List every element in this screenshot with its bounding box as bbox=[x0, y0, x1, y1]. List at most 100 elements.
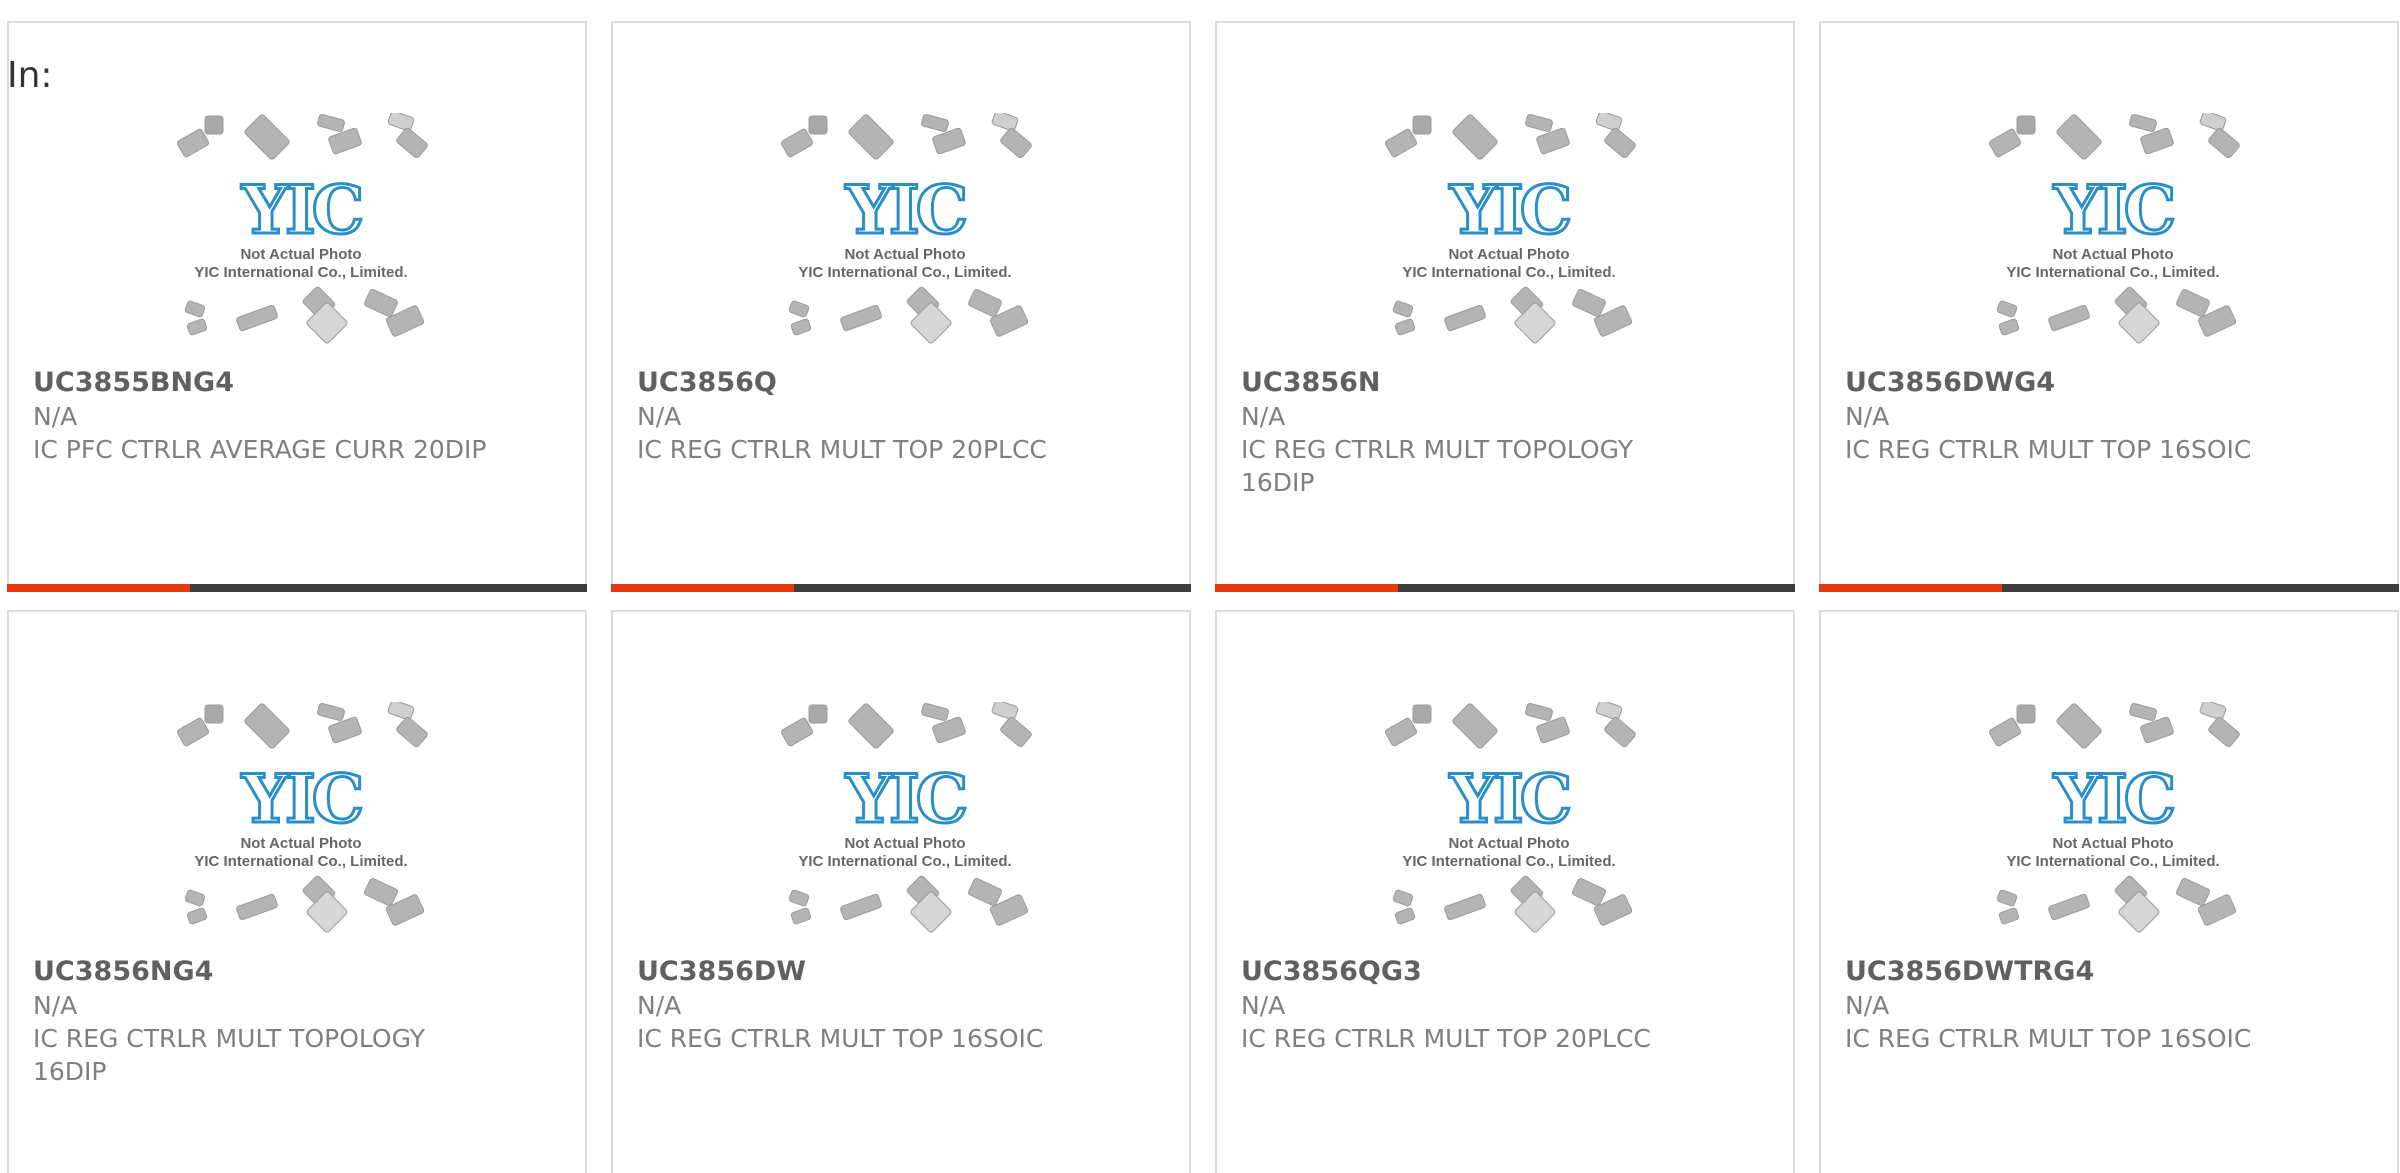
product-description: IC REG CTRLR MULT TOPOLOGY 16DIP bbox=[33, 1024, 425, 1086]
part-number-link[interactable]: UC3856DWTRG4 bbox=[1845, 954, 2317, 989]
chip-icon bbox=[2129, 703, 2157, 721]
part-number-link[interactable]: UC3856QG3 bbox=[1241, 954, 1713, 989]
chip-icon bbox=[968, 288, 1002, 318]
part-number-link[interactable]: UC3855BNG4 bbox=[33, 365, 505, 400]
chip-icon bbox=[1000, 127, 1032, 159]
chip-icon bbox=[808, 115, 828, 135]
chip-icon bbox=[184, 889, 206, 907]
chip-icon bbox=[204, 115, 224, 135]
chip-icon bbox=[932, 716, 966, 744]
chip-icon bbox=[186, 318, 208, 336]
part-number-link[interactable]: UC3856DWG4 bbox=[1845, 365, 2317, 400]
product-photo-placeholder: YIC Not Actual Photo YIC International Co.… bbox=[169, 113, 434, 368]
chip-icon bbox=[1525, 114, 1553, 132]
product-info: UC3856Q N/A IC REG CTRLR MULT TOP 20PLCC bbox=[637, 365, 1109, 466]
chip-icon bbox=[788, 889, 810, 907]
manufacturer: N/A bbox=[1241, 991, 1286, 1020]
manufacturer: N/A bbox=[1241, 402, 1286, 431]
placeholder-illustration: YICNot Actual PhotoYIC International Co.… bbox=[1384, 113, 1636, 344]
product-photo-placeholder: YIC Not Actual Photo YIC International Co.… bbox=[1377, 113, 1642, 368]
chip-icon bbox=[184, 300, 206, 318]
manufacturer: N/A bbox=[1845, 402, 1890, 431]
company-caption: YIC International Co., Limited. bbox=[194, 264, 407, 281]
chip-icon bbox=[2016, 115, 2036, 135]
product-card[interactable]: YIC Not Actual Photo YIC International Co.… bbox=[1819, 21, 2399, 592]
card-accent-segment bbox=[611, 584, 794, 592]
product-photo-placeholder: YIC Not Actual Photo YIC International Co.… bbox=[773, 113, 1038, 368]
not-actual-photo-caption: Not Actual Photo bbox=[240, 246, 361, 263]
chip-icon bbox=[2199, 702, 2227, 721]
manufacturer: N/A bbox=[637, 991, 682, 1020]
product-card[interactable]: YIC Not Actual Photo YIC International Co.… bbox=[1215, 610, 1795, 1173]
manufacturer: N/A bbox=[637, 402, 682, 431]
card-accent-segment bbox=[1819, 584, 2002, 592]
product-listing-page: In: YIC Not Actual Photo YIC International… bbox=[0, 0, 2400, 1173]
product-card[interactable]: YIC Not Actual Photo YIC International Co.… bbox=[1819, 610, 2399, 1173]
placeholder-illustration: YICNot Actual PhotoYIC International Co.… bbox=[1988, 113, 2240, 344]
chip-icon bbox=[840, 304, 882, 332]
chip-icon bbox=[1536, 127, 1570, 155]
chip-icon bbox=[991, 702, 1019, 721]
chip-icon bbox=[1536, 716, 1570, 744]
product-card[interactable]: YIC Not Actual Photo YIC International Co.… bbox=[611, 610, 1191, 1173]
chip-icon bbox=[1996, 300, 2018, 318]
part-number-link[interactable]: UC3856Q bbox=[637, 365, 1109, 400]
not-actual-photo-caption: Not Actual Photo bbox=[844, 835, 965, 852]
card-accent-bar bbox=[1215, 584, 1795, 592]
yic-logo: YIC bbox=[1449, 171, 1570, 249]
part-number-link[interactable]: UC3856N bbox=[1241, 365, 1713, 400]
chip-icon bbox=[788, 300, 810, 318]
product-card[interactable]: YIC Not Actual Photo YIC International Co.… bbox=[7, 21, 587, 592]
product-info: UC3856QG3 N/A IC REG CTRLR MULT TOP 20PL… bbox=[1241, 954, 1713, 1055]
product-description: IC REG CTRLR MULT TOP 20PLCC bbox=[637, 435, 1047, 464]
product-info: UC3856NG4 N/A IC REG CTRLR MULT TOPOLOGY… bbox=[33, 954, 505, 1088]
chip-icon bbox=[840, 893, 882, 921]
product-card[interactable]: YIC Not Actual Photo YIC International Co.… bbox=[7, 610, 587, 1173]
chip-icon bbox=[396, 127, 428, 159]
chip-icon bbox=[2056, 114, 2102, 160]
chip-icon bbox=[1525, 703, 1553, 721]
yic-logo: YIC bbox=[845, 760, 966, 838]
part-number-link[interactable]: UC3856NG4 bbox=[33, 954, 505, 989]
chip-icon bbox=[2140, 716, 2174, 744]
chip-icon bbox=[328, 716, 362, 744]
company-caption: YIC International Co., Limited. bbox=[2006, 264, 2219, 281]
chip-icon bbox=[1392, 300, 1414, 318]
chip-icon bbox=[328, 127, 362, 155]
chip-icon bbox=[236, 304, 278, 332]
chip-icon bbox=[1595, 702, 1623, 721]
chip-icon bbox=[1572, 288, 1606, 318]
product-description: IC REG CTRLR MULT TOP 16SOIC bbox=[637, 1024, 1044, 1053]
not-actual-photo-caption: Not Actual Photo bbox=[1448, 835, 1569, 852]
chip-icon bbox=[2199, 113, 2227, 132]
product-info: UC3856N N/A IC REG CTRLR MULT TOPOLOGY 1… bbox=[1241, 365, 1713, 499]
product-card[interactable]: YIC Not Actual Photo YIC International Co.… bbox=[611, 21, 1191, 592]
yic-logo: YIC bbox=[2053, 171, 2174, 249]
yic-logo: YIC bbox=[241, 171, 362, 249]
chip-icon bbox=[2129, 114, 2157, 132]
product-card[interactable]: YIC Not Actual Photo YIC International Co.… bbox=[1215, 21, 1795, 592]
chip-icon bbox=[1996, 889, 2018, 907]
chip-icon bbox=[364, 288, 398, 318]
chip-icon bbox=[1444, 304, 1486, 332]
placeholder-illustration: YICNot Actual PhotoYIC International Co.… bbox=[1988, 702, 2240, 933]
placeholder-illustration: YICNot Actual PhotoYIC International Co.… bbox=[780, 702, 1032, 933]
company-caption: YIC International Co., Limited. bbox=[1402, 264, 1615, 281]
card-accent-segment bbox=[1215, 584, 1398, 592]
product-photo-placeholder: YIC Not Actual Photo YIC International Co.… bbox=[1981, 702, 2246, 957]
part-number-link[interactable]: UC3856DW bbox=[637, 954, 1109, 989]
chip-icon bbox=[1604, 716, 1636, 748]
chip-icon bbox=[808, 704, 828, 724]
chip-icon bbox=[1000, 716, 1032, 748]
chip-icon bbox=[2048, 304, 2090, 332]
chip-icon bbox=[176, 128, 210, 158]
chip-icon bbox=[387, 113, 415, 132]
chip-icon bbox=[2016, 704, 2036, 724]
chip-icon bbox=[848, 114, 894, 160]
manufacturer: N/A bbox=[33, 991, 78, 1020]
chip-icon bbox=[1412, 115, 1432, 135]
chip-icon bbox=[1392, 889, 1414, 907]
chip-icon bbox=[244, 114, 290, 160]
card-accent-bar bbox=[1819, 584, 2399, 592]
chip-icon bbox=[2208, 127, 2240, 159]
